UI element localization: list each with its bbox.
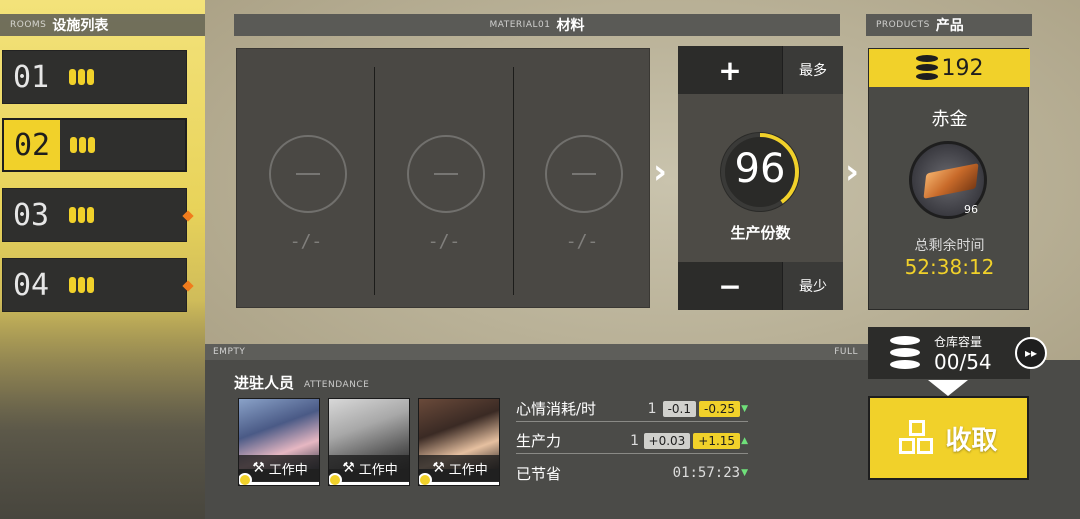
product-badge: 96	[964, 203, 978, 216]
material-count: -/-	[565, 231, 599, 252]
room-number: 02	[4, 127, 60, 163]
gold-ingot-icon: 96	[909, 141, 987, 219]
time-saved-value: 01:57:23	[672, 465, 741, 481]
increase-button[interactable]: + 最多	[678, 46, 843, 94]
coin-stack-icon	[915, 55, 938, 81]
product-card[interactable]: 192 赤金 96 总剩余时间 52:38:12	[868, 48, 1030, 310]
product-name: 赤金	[931, 109, 968, 130]
wrench-icon: ⚒	[252, 460, 265, 476]
trend-arrow-icon: ▲	[741, 435, 748, 446]
fast-forward-icon: ▸▸	[1024, 346, 1038, 360]
minus-icon: −	[718, 269, 742, 303]
fast-forward-button[interactable]: ▸▸	[1015, 337, 1047, 369]
material-slot-3[interactable]: -/-	[513, 49, 651, 309]
mood-face-icon	[419, 473, 432, 485]
empty-slot-icon	[545, 135, 623, 213]
remaining-time-value: 52:38:12	[904, 255, 995, 279]
operator-card-1[interactable]: ⚒ 工作中	[238, 398, 320, 486]
products-title: 产品	[935, 18, 964, 34]
mood-face-icon	[239, 473, 252, 485]
attendance-caption: ATTENDANCE	[304, 380, 370, 390]
min-button[interactable]: 最少	[782, 262, 843, 310]
material-title: 材料	[556, 18, 585, 34]
stat-delta: +0.03	[643, 432, 691, 449]
material-header: MATERIAL01 材料	[234, 14, 840, 36]
stat-total-delta: +1.15	[693, 432, 741, 449]
room-level-icon	[69, 207, 94, 223]
room-level-icon	[69, 69, 94, 85]
room-level-icon	[69, 277, 94, 293]
mood-consumption-row: 心情消耗/时 1 -0.1 -0.25 ▼	[516, 396, 748, 422]
room-item-04[interactable]: 04	[2, 258, 194, 312]
stat-name: 已节省	[516, 464, 562, 483]
material-caption: MATERIAL01	[489, 20, 551, 30]
mood-bar	[339, 482, 409, 485]
stat-name: 心情消耗/时	[516, 400, 597, 418]
operator-card-2[interactable]: ⚒ 工作中	[328, 398, 410, 486]
cubes-icon	[899, 420, 935, 456]
productivity-row: 生产力 1 +0.03 +1.15 ▲	[516, 428, 748, 454]
capacity-bar: EMPTY FULL	[205, 344, 868, 360]
material-slot-2[interactable]: -/-	[375, 49, 513, 309]
rooms-caption: ROOMS	[10, 20, 47, 30]
trend-arrow-icon: ▼	[741, 403, 748, 414]
products-caption: PRODUCTS	[876, 20, 930, 30]
production-count-gauge: 96	[720, 132, 800, 212]
room-item-01[interactable]: 01	[2, 50, 187, 104]
material-count: -/-	[427, 231, 461, 252]
time-saved-row: 已节省 01:57:23 ▼	[516, 460, 748, 486]
stat-base: 1	[647, 400, 657, 417]
stat-name: 生产力	[516, 432, 562, 450]
warehouse-label: 仓库容量	[934, 334, 983, 349]
storage-icon	[890, 336, 920, 370]
product-quantity-bar: 192	[869, 49, 1030, 87]
room-number: 01	[13, 59, 50, 95]
room-number: 04	[13, 267, 50, 303]
collect-button[interactable]: 收取	[868, 396, 1029, 480]
operator-card-3[interactable]: ⚒ 工作中	[418, 398, 500, 486]
room-item-03[interactable]: 03	[2, 188, 194, 242]
collect-label: 收取	[945, 425, 998, 456]
warehouse-value: 00/54	[934, 349, 992, 374]
chevron-right-icon: ›	[845, 152, 860, 192]
material-slot-1[interactable]: -/-	[237, 49, 375, 309]
mood-face-icon	[329, 473, 342, 485]
full-label: FULL	[834, 347, 858, 357]
production-count-value: 96	[734, 146, 786, 192]
down-arrow-icon	[928, 380, 968, 396]
attendance-title: 进驻人员	[234, 374, 295, 392]
decrease-button[interactable]: − 最少	[678, 262, 843, 310]
mood-bar	[429, 482, 499, 485]
plus-icon: +	[718, 53, 742, 87]
wrench-icon: ⚒	[432, 460, 445, 476]
operator-status-label: 工作中	[268, 462, 308, 478]
operator-status-label: 工作中	[358, 462, 398, 478]
rooms-header: ROOMS 设施列表	[0, 14, 205, 36]
production-count-label: 生产份数	[730, 224, 791, 242]
chevron-right-icon: ›	[653, 152, 668, 192]
production-count-panel: + 最多 96 生产份数 − 最少	[678, 46, 843, 310]
stat-delta: -0.1	[662, 400, 697, 417]
mood-bar	[249, 482, 319, 485]
wrench-icon: ⚒	[342, 460, 355, 476]
room-number: 03	[13, 197, 50, 233]
remaining-time-label: 总剩余时间	[914, 238, 985, 254]
room-item-02[interactable]: 02	[2, 118, 187, 172]
empty-slot-icon	[407, 135, 485, 213]
material-panel: -/- -/- -/-	[236, 48, 650, 308]
left-backdrop-shade	[0, 300, 205, 519]
warehouse-capacity: 仓库容量 00/54	[868, 327, 1030, 379]
rooms-title: 设施列表	[52, 18, 109, 34]
stat-base: 1	[630, 432, 640, 449]
trend-arrow-icon: ▼	[741, 468, 748, 478]
operator-status-label: 工作中	[448, 462, 488, 478]
empty-slot-icon	[269, 135, 347, 213]
product-quantity: 192	[941, 55, 984, 81]
stat-total-delta: -0.25	[699, 400, 741, 417]
empty-label: EMPTY	[213, 347, 246, 357]
products-header: PRODUCTS 产品	[866, 14, 1032, 36]
max-button[interactable]: 最多	[782, 46, 843, 94]
room-level-icon	[70, 137, 95, 153]
material-count: -/-	[289, 231, 323, 252]
